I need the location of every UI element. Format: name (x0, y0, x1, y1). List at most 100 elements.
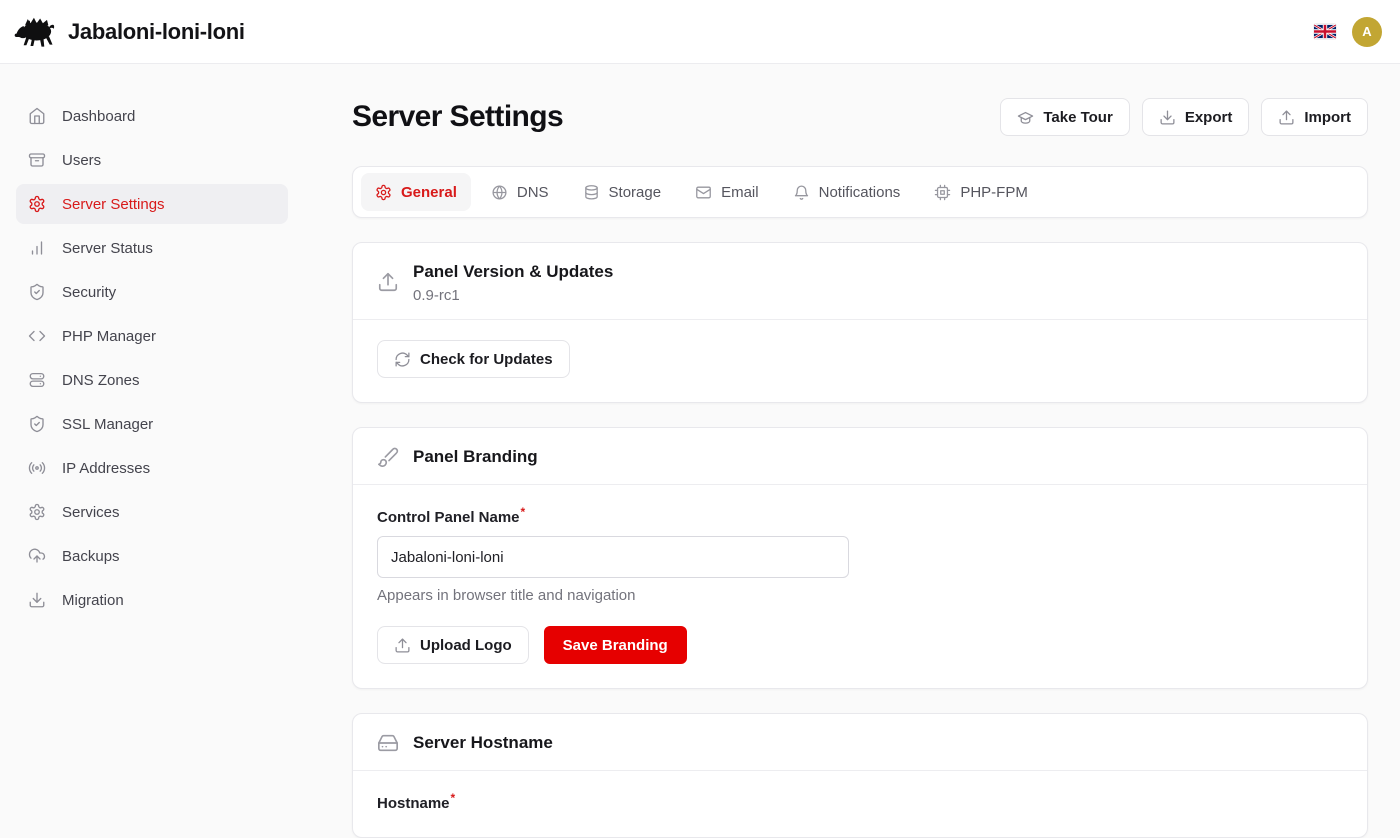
upload-logo-button[interactable]: Upload Logo (377, 626, 529, 664)
tab-label: General (401, 184, 457, 201)
upload-icon (377, 271, 399, 293)
control-panel-name-input[interactable] (377, 536, 849, 578)
import-button[interactable]: Import (1261, 98, 1368, 136)
tab-label: PHP-FPM (960, 184, 1028, 201)
control-panel-name-label: Control Panel Name* (377, 505, 525, 526)
server-hostname-body: Hostname* (353, 771, 1367, 837)
panel-branding-header: Panel Branding (353, 428, 1367, 484)
topbar-right: A (1314, 17, 1382, 47)
panel-version-value: 0.9-rc1 (413, 287, 613, 304)
bell-icon (793, 184, 810, 201)
tab-notifications[interactable]: Notifications (779, 173, 915, 211)
branding-buttons: Upload Logo Save Branding (377, 626, 1343, 664)
user-avatar[interactable]: A (1352, 17, 1382, 47)
brand[interactable]: Jabaloni-loni-loni (14, 15, 245, 48)
tab-php-fpm[interactable]: PHP-FPM (920, 173, 1042, 211)
take-tour-button[interactable]: Take Tour (1000, 98, 1129, 136)
uk-flag-icon[interactable] (1314, 24, 1336, 39)
sidebar-item-label: Migration (62, 592, 124, 609)
sidebar-item-ssl-manager[interactable]: SSL Manager (16, 404, 288, 444)
body-row: DashboardUsersServer SettingsServer Stat… (0, 64, 1400, 800)
gear-icon (28, 503, 46, 521)
upload-icon (1278, 109, 1295, 126)
page-title: Server Settings (352, 100, 563, 134)
radio-waves-icon (28, 459, 46, 477)
sidebar-item-php-manager[interactable]: PHP Manager (16, 316, 288, 356)
cpu-icon (934, 184, 951, 201)
check-updates-button[interactable]: Check for Updates (377, 340, 570, 378)
settings-tabs: General DNS Storage Email Notifications PHP-F… (352, 166, 1368, 218)
hard-drive-icon (377, 732, 399, 754)
panel-version-header: Panel Version & Updates 0.9-rc1 (353, 243, 1367, 319)
sidebar-item-dashboard[interactable]: Dashboard (16, 96, 288, 136)
tab-label: DNS (517, 184, 549, 201)
tab-email[interactable]: Email (681, 173, 773, 211)
brush-icon (377, 446, 399, 468)
upload-icon (394, 637, 411, 654)
page-head: Server Settings Take Tour Export Import (352, 98, 1368, 136)
archive-icon (28, 151, 46, 169)
mail-icon (695, 184, 712, 201)
graduation-cap-icon (1017, 109, 1034, 126)
sidebar-item-server-settings[interactable]: Server Settings (16, 184, 288, 224)
sidebar-item-services[interactable]: Services (16, 492, 288, 532)
check-updates-label: Check for Updates (420, 351, 553, 368)
sidebar-item-label: Dashboard (62, 108, 135, 125)
button-label: Take Tour (1043, 109, 1112, 126)
export-button[interactable]: Export (1142, 98, 1250, 136)
tab-general[interactable]: General (361, 173, 471, 211)
sidebar-nav: Dashboard Users Server SettingsServer Stat… (0, 64, 304, 800)
refresh-icon (394, 351, 411, 368)
shield-check-icon (28, 283, 46, 301)
sidebar-item-label: DNS Zones (62, 372, 140, 389)
save-branding-label: Save Branding (563, 637, 668, 654)
sidebar-item-backups[interactable]: Backups (16, 536, 288, 576)
sidebar-item-server-status[interactable]: Server Status (16, 228, 288, 268)
panel-version-body: Check for Updates (353, 320, 1367, 402)
sidebar-item-ip-addresses[interactable]: IP Addresses (16, 448, 288, 488)
home-icon (28, 107, 46, 125)
download-icon (28, 591, 46, 609)
hostname-label: Hostname* (377, 791, 455, 812)
card-title: Panel Branding (413, 445, 538, 469)
sidebar-item-dns-zones[interactable]: DNS Zones (16, 360, 288, 400)
tab-dns[interactable]: DNS (477, 173, 563, 211)
gear-icon (375, 184, 392, 201)
sidebar-item-security[interactable]: Security (16, 272, 288, 312)
server-hostname-card: Server Hostname Hostname* (352, 713, 1368, 838)
brush-icon (377, 446, 399, 468)
tab-storage[interactable]: Storage (569, 173, 676, 211)
code-icon (28, 327, 46, 345)
sidebar-item-label: Users (62, 152, 101, 169)
sidebar-item-users[interactable]: Users (16, 140, 288, 180)
control-panel-name-helper: Appears in browser title and navigation (377, 587, 1343, 604)
shield-check-icon (28, 415, 46, 433)
sidebar-item-label: Backups (62, 548, 120, 565)
required-asterisk: * (451, 791, 456, 805)
gear-icon (28, 195, 46, 213)
page-actions: Take Tour Export Import (1000, 98, 1368, 136)
top-header: Jabaloni-loni-loni A (0, 0, 1400, 64)
boar-logo-icon (14, 15, 58, 48)
panel-version-titles: Panel Version & Updates 0.9-rc1 (413, 260, 613, 304)
panel-branding-body: Control Panel Name* Appears in browser t… (353, 485, 1367, 688)
upload-icon (394, 637, 411, 654)
card-title: Panel Version & Updates (413, 260, 613, 284)
brand-name: Jabaloni-loni-loni (68, 19, 245, 45)
button-label: Import (1304, 109, 1351, 126)
sidebar-item-label: IP Addresses (62, 460, 150, 477)
card-title: Server Hostname (413, 731, 553, 755)
cloud-upload-icon (28, 547, 46, 565)
save-branding-button[interactable]: Save Branding (544, 626, 687, 664)
upload-logo-label: Upload Logo (420, 637, 512, 654)
panel-branding-card: Panel Branding Control Panel Name* Appea… (352, 427, 1368, 689)
globe-icon (491, 184, 508, 201)
bar-chart-icon (28, 239, 46, 257)
server-stack-icon (28, 371, 46, 389)
button-label: Export (1185, 109, 1233, 126)
sidebar-item-label: Services (62, 504, 120, 521)
hard-drive-icon (377, 732, 399, 754)
tab-label: Notifications (819, 184, 901, 201)
sidebar-item-migration[interactable]: Migration (16, 580, 288, 620)
tab-label: Email (721, 184, 759, 201)
